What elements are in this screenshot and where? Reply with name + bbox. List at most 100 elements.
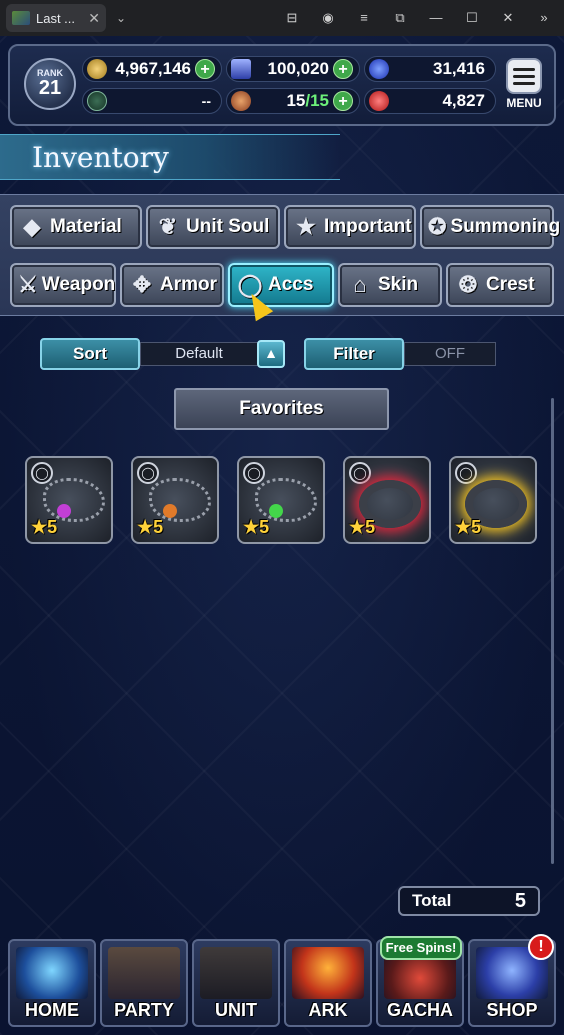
- rarity-stars: ★5: [137, 517, 164, 537]
- crest-icon: ✪: [428, 214, 447, 239]
- total-label: Total: [412, 891, 452, 910]
- total-count: Total 5: [398, 886, 540, 916]
- tab-important[interactable]: ★ Important: [284, 205, 416, 249]
- accessory-type-icon: ◯: [349, 462, 371, 484]
- scrollbar[interactable]: [551, 398, 554, 864]
- sort-order-button[interactable]: ▲: [257, 340, 285, 368]
- favicon-icon: [12, 11, 30, 25]
- ark-icon: [292, 947, 364, 999]
- nav-ark[interactable]: ARK: [284, 939, 372, 1027]
- emblem-icon: ❂: [458, 272, 478, 297]
- gil-icon: [87, 59, 107, 79]
- accessory-item[interactable]: ◯ ★5: [449, 456, 537, 544]
- tab-unit-soul-label: Unit Soul: [186, 216, 270, 237]
- red-orb-icon: [369, 91, 389, 111]
- tab-weapon-label: Weapon: [41, 274, 116, 295]
- necklace-chain: [255, 478, 317, 522]
- red-orbs-pill: 4,827: [364, 88, 496, 114]
- tab-unit-soul[interactable]: ❦ Unit Soul: [146, 205, 280, 249]
- menu-button[interactable]: MENU: [502, 58, 546, 118]
- accessory-type-icon: ◯: [243, 462, 265, 484]
- tab-accs-label: Accs: [268, 274, 314, 295]
- nav-home[interactable]: HOME: [8, 939, 96, 1027]
- tab-close-icon[interactable]: ✕: [88, 10, 100, 27]
- tab-dropdown-icon[interactable]: ⌄: [116, 11, 126, 25]
- flame-icon: ❦: [158, 214, 178, 239]
- close-icon[interactable]: ✕: [500, 10, 516, 26]
- free-spins-badge: Free Spins!: [380, 936, 462, 960]
- party-icon: [108, 947, 180, 999]
- menu-label: MENU: [506, 96, 542, 110]
- energy-icon: [231, 91, 251, 111]
- necklace-chain: [43, 478, 105, 522]
- energy-plus-button[interactable]: +: [333, 91, 353, 111]
- red-orbs-value: 4,827: [442, 91, 485, 110]
- pip-icon[interactable]: ⧉: [392, 10, 408, 26]
- favorites-button[interactable]: Favorites: [174, 388, 389, 430]
- tab-weapon[interactable]: ⚔ Weapon: [10, 263, 116, 307]
- rarity-stars: ★5: [31, 517, 58, 537]
- star-icon: ★: [296, 214, 316, 239]
- gil-plus-button[interactable]: +: [195, 59, 215, 79]
- filter-button[interactable]: Filter: [304, 338, 404, 370]
- tab-material-label: Material: [50, 216, 122, 237]
- rank-badge[interactable]: RANK 21: [24, 58, 76, 110]
- tab-armor-label: Armor: [160, 274, 218, 295]
- profile-icon[interactable]: ◉: [320, 10, 336, 26]
- lapis-value: 100,020: [267, 59, 329, 78]
- tab-armor[interactable]: ✥ Armor: [120, 263, 224, 307]
- resource-bar: RANK 21 4,967,146 + 100,020 + 31,416 -- …: [8, 44, 556, 126]
- gem-icon: [163, 504, 177, 518]
- armor-icon: ✥: [132, 272, 152, 297]
- category-panel: ◆ Material ❦ Unit Soul ★ Important ✪ Sum…: [0, 194, 564, 316]
- lapis-plus-button[interactable]: +: [333, 59, 353, 79]
- gem-icon: [269, 504, 283, 518]
- stamina-pill: --: [82, 88, 222, 114]
- total-value: 5: [514, 889, 526, 912]
- nav-party[interactable]: PARTY: [100, 939, 188, 1027]
- lapis-icon: [231, 59, 251, 79]
- browser-titlebar: Last ... ✕ ⌄ ⊟ ◉ ≡ ⧉ — ☐ ✕ »: [0, 0, 564, 36]
- minimize-icon[interactable]: —: [428, 10, 444, 26]
- home-icon: [16, 947, 88, 999]
- tab-summoning-label: Summoning: [450, 216, 561, 237]
- triangle-up-icon: ▲: [264, 345, 278, 361]
- nav-unit[interactable]: UNIT: [192, 939, 280, 1027]
- filter-value[interactable]: OFF: [404, 342, 496, 366]
- sidebar-icon[interactable]: »: [536, 10, 552, 26]
- nav-ark-label: ARK: [308, 1000, 348, 1020]
- page-title: Inventory: [32, 141, 169, 174]
- sack-icon: ◆: [23, 214, 41, 239]
- energy-pill: 515/15 +: [226, 88, 360, 114]
- nav-gacha-label: GACHA: [387, 1000, 453, 1020]
- rarity-stars: ★5: [455, 517, 482, 537]
- menu-icon[interactable]: ≡: [356, 10, 372, 26]
- accessory-type-icon: ◯: [455, 462, 477, 484]
- gem-icon: [57, 504, 71, 518]
- browser-tab[interactable]: Last ... ✕: [6, 4, 106, 32]
- nav-home-label: HOME: [25, 1000, 79, 1020]
- accessory-type-icon: ◯: [137, 462, 159, 484]
- tab-summoning[interactable]: ✪ Summoning: [420, 205, 560, 249]
- tab-important-label: Important: [324, 216, 412, 237]
- game-area: RANK 21 4,967,146 + 100,020 + 31,416 -- …: [0, 36, 564, 1035]
- sort-value[interactable]: Default: [140, 342, 258, 366]
- accessory-item[interactable]: ◯ ★5: [237, 456, 325, 544]
- accessory-item[interactable]: ◯ ★5: [131, 456, 219, 544]
- stamina-icon: [87, 91, 107, 111]
- accessory-item[interactable]: ◯ ★5: [25, 456, 113, 544]
- accessory-item[interactable]: ◯ ★5: [343, 456, 431, 544]
- maximize-icon[interactable]: ☐: [464, 10, 480, 26]
- nav-unit-label: UNIT: [215, 1000, 257, 1020]
- inventory-header: Inventory: [0, 134, 340, 180]
- tab-skin[interactable]: ⌂ Skin: [338, 263, 442, 307]
- extensions-icon[interactable]: ⊟: [284, 10, 300, 26]
- tab-crest-label: Crest: [486, 274, 535, 295]
- energy-max: /15: [305, 91, 329, 110]
- blue-orbs-value: 31,416: [433, 59, 485, 78]
- necklace-chain: [149, 478, 211, 522]
- tab-crest[interactable]: ❂ Crest: [446, 263, 554, 307]
- tab-material[interactable]: ◆ Material: [10, 205, 142, 249]
- sort-button[interactable]: Sort: [40, 338, 140, 370]
- lapis-pill: 100,020 +: [226, 56, 360, 82]
